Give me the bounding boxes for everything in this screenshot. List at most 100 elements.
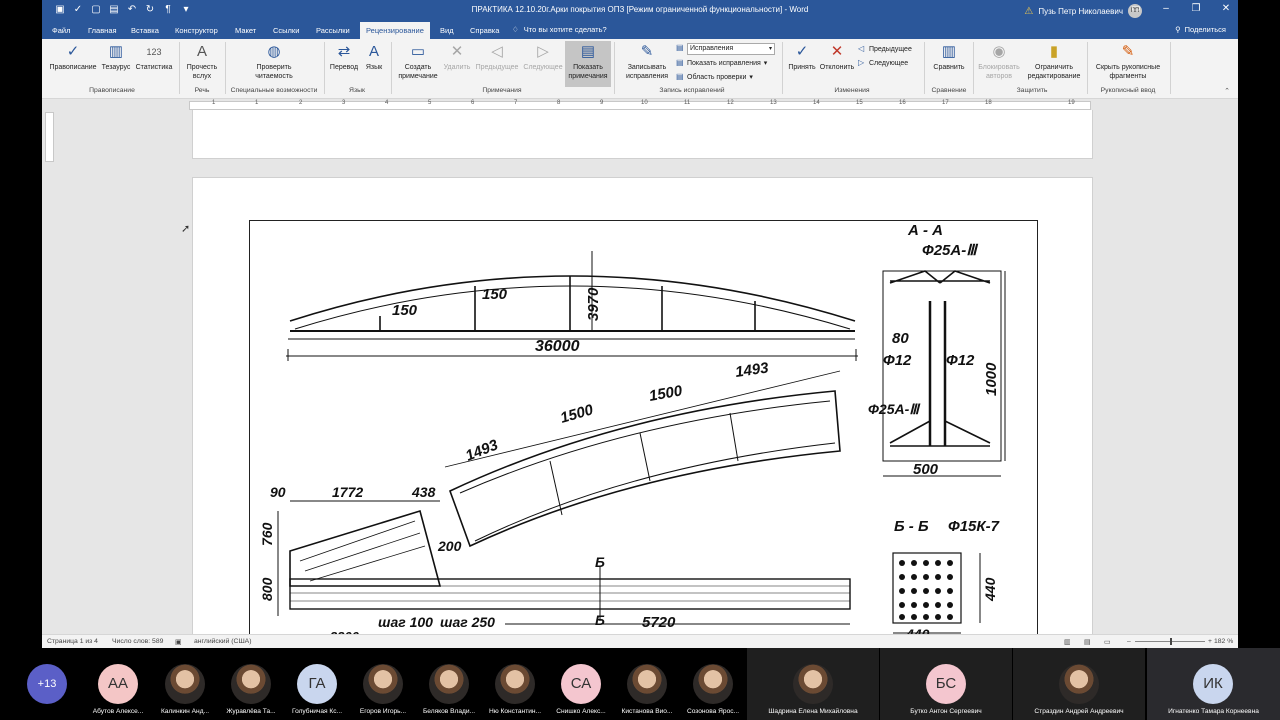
vertical-ruler[interactable] bbox=[45, 112, 54, 162]
page-indicator[interactable]: Страница 1 из 4 bbox=[47, 638, 98, 645]
share-button[interactable]: ⚲ Поделиться bbox=[1175, 25, 1226, 34]
accept-button[interactable]: ✓ Принять bbox=[785, 43, 819, 72]
group-accessibility: Специальные возможности bbox=[230, 87, 318, 94]
restrict-editing-button[interactable]: ▮ Ограничить редактирование bbox=[1024, 43, 1084, 81]
participant-tile[interactable]: Егоров Игорь... bbox=[350, 648, 416, 720]
participant-name: Снишко Алекс... bbox=[556, 708, 606, 715]
tab-layout[interactable]: Макет bbox=[229, 22, 262, 39]
participant-tile[interactable]: Страздин Андрей Андреевич bbox=[1013, 648, 1145, 720]
label-150a: 150 bbox=[392, 302, 418, 319]
previous-change-button[interactable]: ◁ Предыдущее bbox=[858, 45, 912, 53]
group-separator bbox=[1170, 42, 1171, 94]
document-page-1[interactable] bbox=[192, 110, 1093, 159]
language-button[interactable]: A Язык bbox=[361, 43, 387, 72]
restore-icon[interactable]: ❐ bbox=[1190, 3, 1202, 14]
participant-tile[interactable]: Кистанова Вио... bbox=[614, 648, 680, 720]
book-icon: ▥ bbox=[108, 43, 124, 60]
label-section-a: А - А bbox=[907, 222, 943, 239]
group-separator bbox=[973, 42, 974, 94]
tab-review[interactable]: Рецензирование bbox=[360, 22, 430, 39]
participant-tile[interactable]: Шадрина Елена Михайловна bbox=[747, 648, 879, 720]
new-comment-button[interactable]: ▭ Создать примечание bbox=[394, 43, 442, 81]
participant-tile[interactable]: Журавлёва Та... bbox=[218, 648, 284, 720]
tab-file[interactable]: Файл bbox=[46, 22, 76, 39]
zoom-in-icon[interactable]: + bbox=[1208, 638, 1212, 645]
zoom-level[interactable]: 182 % bbox=[1214, 638, 1233, 645]
track-changes-icon: ✎ bbox=[640, 43, 654, 60]
language-indicator[interactable]: английский (США) bbox=[194, 638, 251, 645]
read-aloud-button[interactable]: A Прочесть вслух bbox=[182, 43, 222, 81]
ruler-number: 19 bbox=[1068, 100, 1075, 106]
collapse-ribbon-icon[interactable]: ⌃ bbox=[1224, 87, 1230, 95]
print-layout-icon[interactable]: ▤ bbox=[1084, 638, 1090, 646]
tab-insert[interactable]: Вставка bbox=[125, 22, 165, 39]
thesaurus-button[interactable]: ▥ Тезаурус bbox=[100, 43, 132, 72]
horizontal-ruler[interactable]: 1 1 2 3 4 5 6 7 8 9 10 11 12 13 14 15 16… bbox=[42, 99, 1238, 110]
word-count[interactable]: Число слов: 589 bbox=[112, 638, 163, 645]
ruler-number: 1 bbox=[212, 100, 216, 106]
statistics-button[interactable]: 123 Статистика bbox=[134, 43, 174, 72]
hide-ink-button[interactable]: ✎ Скрыть рукописные фрагменты bbox=[1090, 43, 1166, 81]
avatar bbox=[495, 664, 535, 704]
track-changes-button[interactable]: ✎ Записывать исправления bbox=[619, 43, 675, 81]
more-participants[interactable]: +13 bbox=[22, 648, 72, 720]
minimize-icon[interactable]: – bbox=[1160, 3, 1172, 14]
tab-help[interactable]: Справка bbox=[464, 22, 505, 39]
label-1772: 1772 bbox=[332, 484, 363, 500]
tab-mailings[interactable]: Рассылки bbox=[310, 22, 356, 39]
display-for-review-value: Исправления bbox=[690, 45, 734, 52]
ruler-number: 18 bbox=[985, 100, 992, 106]
participant-name: Созонова Ярос... bbox=[686, 708, 740, 715]
ruler-number: 17 bbox=[942, 100, 949, 106]
tab-design[interactable]: Конструктор bbox=[169, 22, 224, 39]
reviewing-pane-dropdown[interactable]: ▤ Область проверки ▾ bbox=[676, 73, 753, 82]
zoom-out-icon[interactable]: – bbox=[1127, 638, 1131, 645]
compare-button[interactable]: ▥ Сравнить bbox=[927, 43, 971, 72]
translate-label: Перевод bbox=[329, 64, 359, 71]
spelling-button[interactable]: ✓ Правописание bbox=[47, 43, 99, 72]
previous-comment-button[interactable]: ◁ Предыдущее bbox=[474, 43, 520, 72]
group-protect: Защитить bbox=[1016, 87, 1048, 94]
translate-button[interactable]: ⇄ Перевод bbox=[326, 43, 362, 72]
next-comment-button[interactable]: ▷ Следующее bbox=[520, 43, 566, 72]
participant-tile[interactable]: Беляков Влади... bbox=[416, 648, 482, 720]
participant-tile[interactable]: ИК Игнатенко Тамара Корнеевна bbox=[1147, 648, 1280, 720]
tab-home[interactable]: Главная bbox=[82, 22, 123, 39]
tell-me-search[interactable]: ♢ Что вы хотите сделать? bbox=[512, 25, 607, 34]
block-authors-button[interactable]: ◉ Блокировать авторов bbox=[975, 43, 1023, 81]
participant-tile[interactable]: Калинкин Анд... bbox=[152, 648, 218, 720]
accept-icon: ✓ bbox=[795, 43, 809, 60]
ruler-number: 14 bbox=[813, 100, 820, 106]
participant-tile[interactable]: Созонова Ярос... bbox=[680, 648, 746, 720]
ruler-number: 5 bbox=[428, 100, 432, 106]
ruler-number: 1 bbox=[255, 100, 259, 106]
show-markup-dropdown[interactable]: ▤ Показать исправления ▾ bbox=[676, 59, 767, 68]
ruler-number: 11 bbox=[684, 100, 691, 106]
read-mode-icon[interactable]: ▥ bbox=[1064, 638, 1070, 646]
participant-tile[interactable]: АА Абутов Алексе... bbox=[85, 648, 151, 720]
participant-tile[interactable]: СА Снишко Алекс... bbox=[548, 648, 614, 720]
participant-tile[interactable]: Ню Константин... bbox=[482, 648, 548, 720]
zoom-slider-handle[interactable] bbox=[1170, 638, 1172, 645]
tab-view[interactable]: Вид bbox=[434, 22, 460, 39]
user-account[interactable]: ⚠ Пузь Петр Николаевич ПП bbox=[1024, 4, 1142, 18]
participant-tile[interactable]: БС Бутко Антон Сергеевич bbox=[880, 648, 1012, 720]
new-comment-icon: ▭ bbox=[410, 43, 426, 60]
reject-button[interactable]: ✕ Отклонить bbox=[817, 43, 857, 72]
avatar bbox=[231, 664, 271, 704]
delete-comment-button[interactable]: ✕ Удалить bbox=[440, 43, 474, 72]
next-change-button[interactable]: ▷ Следующее bbox=[858, 59, 908, 67]
web-layout-icon[interactable]: ▭ bbox=[1104, 638, 1110, 646]
document-page-2[interactable]: А - А Ф25А-Ⅲ 150 150 3970 36000 80 Ф12 Ф… bbox=[192, 177, 1093, 639]
show-comments-button[interactable]: ▤ Показать примечания bbox=[565, 41, 611, 87]
ribbon-display-icon[interactable]: ▭ bbox=[1130, 3, 1142, 14]
close-icon[interactable]: ✕ bbox=[1220, 3, 1232, 14]
group-separator bbox=[924, 42, 925, 94]
check-accessibility-button[interactable]: ◍ Проверить читаемость bbox=[242, 43, 306, 81]
proofing-icon[interactable]: ▣ bbox=[175, 638, 181, 646]
tab-references[interactable]: Ссылки bbox=[267, 22, 305, 39]
next-change-label: Следующее bbox=[869, 59, 909, 67]
previous-comment-label: Предыдущее bbox=[475, 64, 519, 71]
display-for-review-select[interactable]: Исправления ▾ bbox=[687, 43, 775, 55]
participant-tile[interactable]: ГА Голубничая Кс... bbox=[284, 648, 350, 720]
